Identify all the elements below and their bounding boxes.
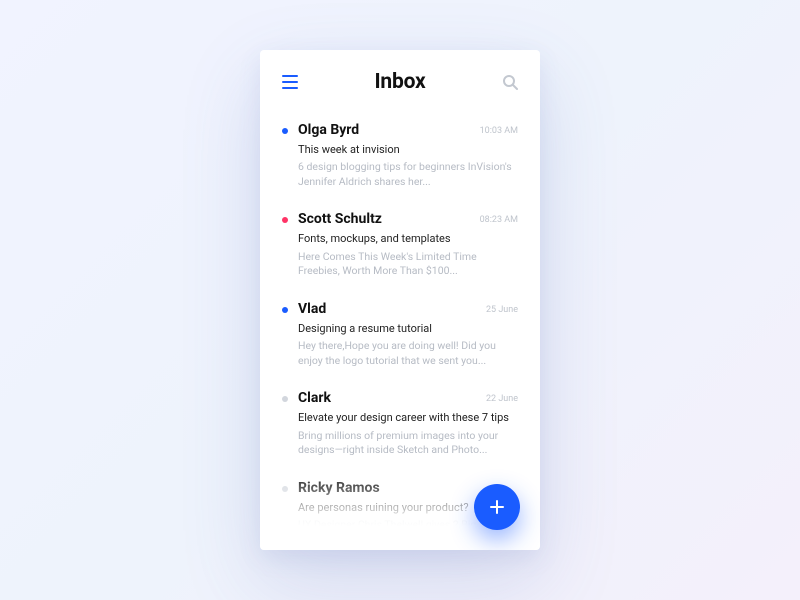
status-dot (282, 396, 288, 402)
status-dot (282, 486, 288, 492)
email-item[interactable]: Vlad 25 June Designing a resume tutorial… (282, 291, 518, 380)
email-time: 25 June (486, 305, 518, 315)
status-dot (282, 217, 288, 223)
email-item[interactable]: Clark 22 June Elevate your design career… (282, 380, 518, 469)
email-preview: Bring millions of premium images into yo… (298, 429, 518, 458)
plus-icon (487, 497, 507, 517)
search-icon[interactable] (502, 74, 518, 90)
menu-icon[interactable] (282, 75, 298, 89)
header: Inbox (282, 70, 518, 94)
email-time: 10:03 AM (480, 126, 518, 136)
status-dot (282, 128, 288, 134)
email-list: Olga Byrd 10:03 AM This week at invision… (282, 112, 518, 545)
email-time: 08:23 AM (480, 215, 518, 225)
email-time: 22 June (486, 394, 518, 404)
email-item[interactable]: Olga Byrd 10:03 AM This week at invision… (282, 112, 518, 201)
email-subject: Fonts, mockups, and templates (298, 232, 518, 246)
email-subject: This week at invision (298, 143, 518, 157)
email-preview: 6 design blogging tips for beginners InV… (298, 160, 518, 189)
email-subject: Elevate your design career with these 7 … (298, 411, 518, 425)
email-preview: Hey there,Hope you are doing well! Did y… (298, 339, 518, 368)
email-preview: Here Comes This Week's Limited Time Free… (298, 250, 518, 279)
compose-button[interactable] (474, 484, 520, 530)
inbox-screen: Inbox Olga Byrd 10:03 AM This week at in… (260, 50, 540, 550)
page-title: Inbox (374, 70, 425, 94)
status-dot (282, 307, 288, 313)
email-subject: Designing a resume tutorial (298, 322, 518, 336)
email-item[interactable]: Scott Schultz 08:23 AM Fonts, mockups, a… (282, 201, 518, 290)
